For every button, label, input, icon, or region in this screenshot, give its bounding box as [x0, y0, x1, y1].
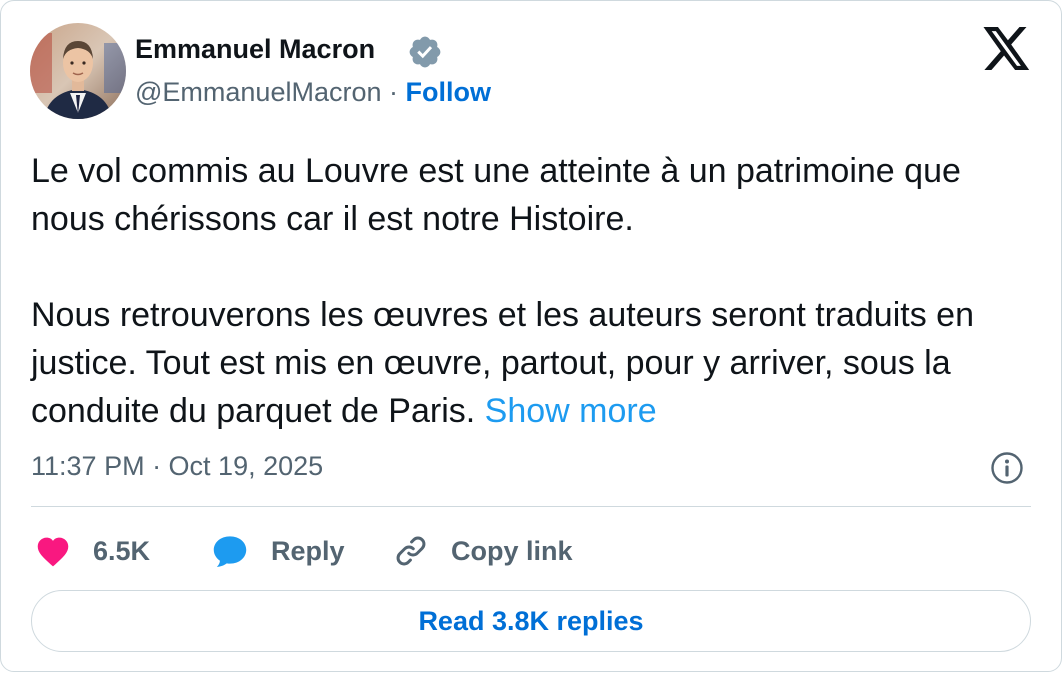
handle-line: @EmmanuelMacron · Follow	[135, 77, 491, 108]
author-handle[interactable]: @EmmanuelMacron	[135, 77, 382, 107]
show-more-link[interactable]: Show more	[485, 392, 657, 430]
reply-button[interactable]: Reply	[211, 529, 345, 573]
timestamp[interactable]: 11:37 PM · Oct 19, 2025	[31, 451, 323, 482]
verified-badge-icon	[407, 34, 443, 70]
tweet-card: Emmanuel Macron @EmmanuelMacron · Follow…	[0, 0, 1062, 672]
read-replies-button[interactable]: Read 3.8K replies	[31, 590, 1031, 652]
heart-icon	[37, 537, 69, 567]
like-button[interactable]: 6.5K	[35, 529, 150, 573]
tweet-paragraph-1: Le vol commis au Louvre est une atteinte…	[31, 152, 961, 238]
link-icon	[396, 536, 426, 566]
handle-separator: ·	[381, 77, 406, 107]
reply-label: Reply	[271, 535, 345, 566]
avatar[interactable]	[30, 23, 126, 119]
reply-bubble-icon	[213, 536, 247, 567]
tweet-paragraph-2: Nous retrouverons les œuvres et les aute…	[31, 291, 1041, 435]
copy-link-button[interactable]: Copy link	[393, 529, 573, 573]
copy-link-label: Copy link	[451, 535, 573, 566]
x-logo-icon[interactable]	[983, 27, 1031, 71]
info-icon[interactable]	[990, 451, 1024, 485]
read-replies-label: Read 3.8K replies	[418, 605, 644, 636]
author-name[interactable]: Emmanuel Macron	[135, 34, 375, 65]
tweet-text: Le vol commis au Louvre est une atteinte…	[31, 147, 1041, 435]
follow-button[interactable]: Follow	[406, 77, 491, 107]
divider	[31, 506, 1031, 507]
like-count: 6.5K	[93, 535, 151, 566]
